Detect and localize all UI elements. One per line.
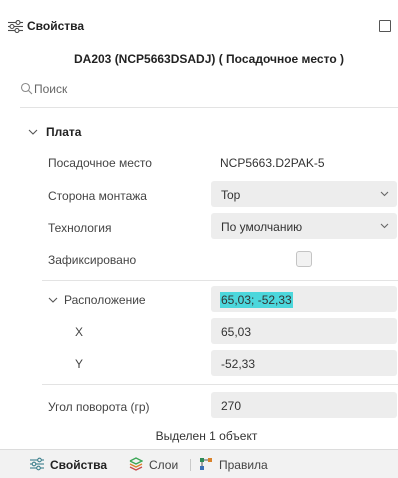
group-label: Плата [46, 125, 82, 139]
tab-properties-label: Свойства [50, 458, 108, 472]
divider [42, 384, 398, 385]
x-value: 65,03 [221, 325, 252, 339]
y-value: -52,33 [221, 357, 256, 371]
x-field[interactable]: 65,03 [211, 318, 397, 344]
rotation-value: 270 [221, 399, 242, 413]
panel-title: Свойства [27, 19, 85, 33]
rotation-label: Угол поворота (гр) [48, 400, 150, 414]
search-icon [20, 82, 33, 95]
chevron-down-icon [28, 129, 38, 135]
technology-select[interactable]: По умолчанию [211, 213, 397, 239]
location-label: Расположение [64, 293, 146, 307]
tab-divider [190, 459, 191, 471]
tab-bar: Свойства Слои Правила [0, 449, 398, 478]
maximize-icon[interactable] [379, 20, 391, 32]
chevron-down-icon [380, 191, 389, 197]
mount-side-label: Сторона монтажа [48, 189, 147, 203]
rules-icon [200, 458, 212, 470]
selection-status: Выделен 1 объект [155, 429, 258, 443]
chevron-down-icon[interactable] [48, 297, 58, 304]
technology-label: Технология [48, 221, 112, 235]
locked-checkbox[interactable] [296, 251, 312, 267]
properties-panel: Свойства DA203 (NCP5663DSADJ) ( Посадочн… [0, 0, 398, 478]
footprint-label: Посадочное место [48, 156, 152, 170]
rotation-field[interactable]: 270 [211, 392, 397, 418]
mount-side-value: Top [221, 188, 241, 202]
x-label: X [75, 325, 84, 339]
component-title: DA203 (NCP5663DSADJ) ( Посадочное место … [74, 52, 344, 66]
panel-header: Свойства [0, 0, 398, 48]
chevron-down-icon [380, 223, 389, 229]
footprint-value: NCP5663.D2PAK-5 [220, 156, 325, 170]
divider [42, 280, 398, 281]
search-input[interactable] [34, 80, 394, 98]
y-field[interactable]: -52,33 [211, 350, 397, 376]
divider [20, 107, 398, 108]
tab-layers-label: Слои [149, 458, 179, 472]
locked-label: Зафиксировано [48, 253, 137, 267]
tab-rules-label: Правила [219, 458, 268, 472]
properties-sliders-icon [8, 20, 23, 33]
technology-value: По умолчанию [221, 220, 303, 234]
search-bar[interactable] [20, 80, 398, 100]
y-label: Y [75, 357, 84, 371]
layers-icon [129, 457, 143, 471]
location-value: 65,03; -52,33 [220, 292, 293, 308]
mount-side-select[interactable]: Top [211, 181, 397, 207]
properties-sliders-icon [30, 457, 44, 471]
location-field[interactable]: 65,03; -52,33 [211, 286, 397, 312]
